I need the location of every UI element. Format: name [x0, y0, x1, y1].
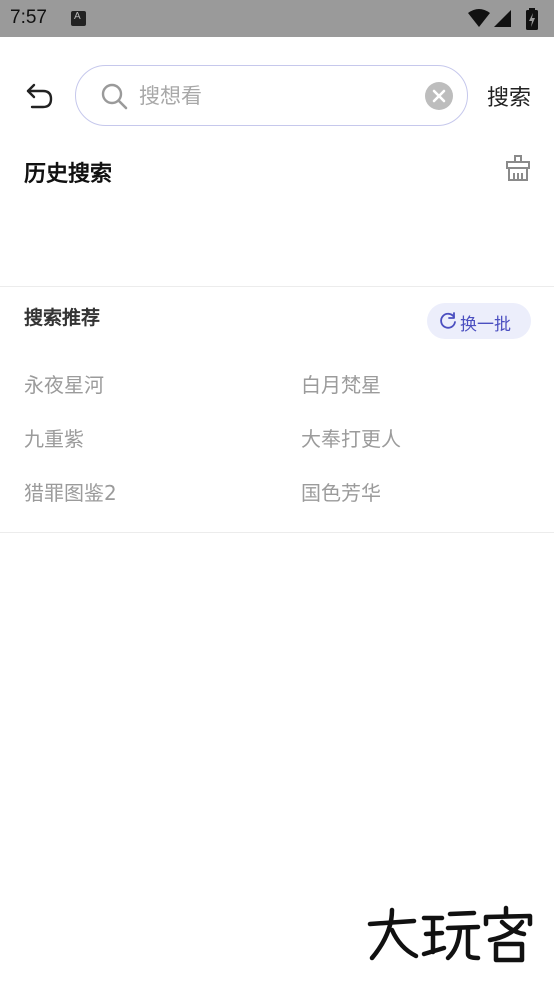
status-time: 7:57	[10, 7, 47, 28]
history-title: 历史搜索	[24, 162, 113, 187]
battery-icon	[526, 8, 538, 30]
search-icon	[101, 83, 128, 110]
recommend-item[interactable]: 九重紫	[24, 423, 84, 452]
signal-icon	[494, 10, 511, 27]
status-bar: 7:57	[0, 0, 554, 37]
clear-button[interactable]	[425, 82, 453, 110]
refresh-icon	[440, 312, 456, 329]
trash-icon	[506, 155, 530, 181]
back-arrow-icon	[26, 83, 53, 109]
recommend-item[interactable]: 大奉打更人	[301, 423, 401, 452]
watermark-logo	[367, 905, 533, 963]
search-bar: 搜索	[0, 64, 554, 127]
recommend-item[interactable]: 猎罪图鉴2	[24, 477, 117, 506]
divider	[0, 286, 554, 287]
search-field[interactable]	[75, 65, 468, 126]
recommend-item[interactable]: 白月梵星	[301, 369, 381, 398]
search-input[interactable]	[139, 80, 419, 112]
search-submit-button[interactable]: 搜索	[487, 80, 531, 112]
recommend-title: 搜索推荐	[24, 307, 101, 329]
refresh-label: 换一批	[460, 315, 511, 335]
recommend-item[interactable]: 国色芳华	[301, 477, 381, 506]
back-button[interactable]	[24, 80, 56, 112]
divider	[0, 532, 554, 533]
clear-history-button[interactable]	[504, 154, 532, 182]
app-notification-icon	[71, 11, 86, 26]
close-icon	[432, 89, 446, 103]
recommend-item[interactable]: 永夜星河	[24, 369, 104, 398]
wifi-icon	[468, 9, 490, 27]
refresh-button[interactable]: 换一批	[427, 303, 531, 339]
